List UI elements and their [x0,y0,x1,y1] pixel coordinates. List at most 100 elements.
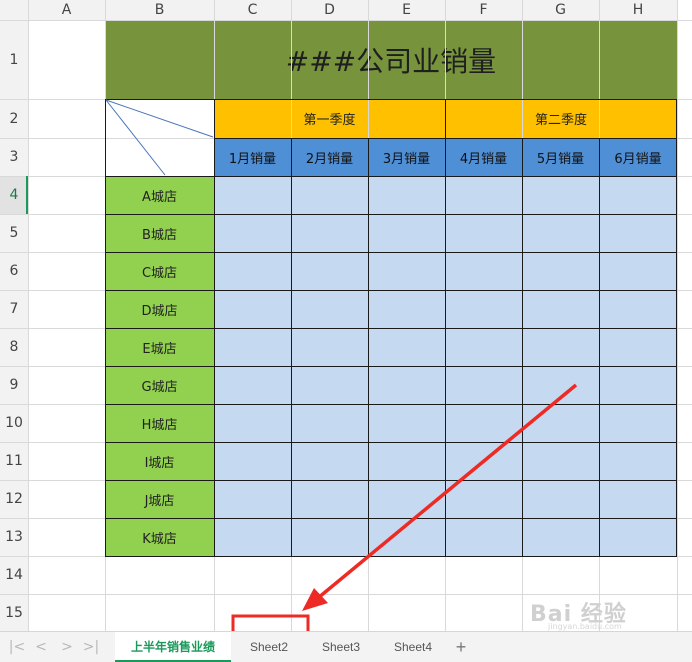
row-header-3[interactable]: 3 [0,138,28,176]
month-header-2[interactable]: 2月销量 [291,138,368,176]
sales-data-cell[interactable] [214,328,291,366]
sales-data-cell[interactable] [599,442,677,480]
sales-data-cell[interactable] [368,518,445,556]
sales-data-cell[interactable] [445,252,522,290]
sales-data-cell[interactable] [214,252,291,290]
column-header-c[interactable]: C [214,0,291,20]
sales-data-cell[interactable] [599,404,677,442]
sales-data-cell[interactable] [214,214,291,252]
table-title[interactable]: ###公司业销量 [105,20,677,99]
sales-data-cell[interactable] [214,518,291,556]
tab-sheet-2[interactable]: Sheet2 [234,632,304,662]
row-header-4[interactable]: 4 [0,176,28,214]
sales-data-cell[interactable] [599,176,677,214]
row-header-7[interactable]: 7 [0,290,28,328]
store-label[interactable]: D城店 [105,290,214,328]
sales-data-cell[interactable] [368,328,445,366]
sales-data-cell[interactable] [522,290,599,328]
sales-data-cell[interactable] [368,366,445,404]
tab-sheet-1[interactable]: 上半年销售业绩 [115,632,231,662]
sales-data-cell[interactable] [214,442,291,480]
quarter-header-q1[interactable]: 第一季度 [214,99,445,138]
sales-data-cell[interactable] [445,518,522,556]
row-header-1[interactable]: 1 [0,20,28,99]
tab-sheet-4[interactable]: Sheet4 [378,632,448,662]
sales-data-cell[interactable] [291,442,368,480]
sales-data-cell[interactable] [522,518,599,556]
sales-data-cell[interactable] [522,328,599,366]
sales-data-cell[interactable] [599,328,677,366]
store-label[interactable]: E城店 [105,328,214,366]
sales-data-cell[interactable] [445,442,522,480]
sales-data-cell[interactable] [291,480,368,518]
sales-data-cell[interactable] [445,328,522,366]
column-header-a[interactable]: A [28,0,105,20]
row-header-2[interactable]: 2 [0,99,28,138]
column-header-h[interactable]: H [599,0,677,20]
store-label[interactable]: J城店 [105,480,214,518]
month-header-3[interactable]: 3月销量 [368,138,445,176]
sales-data-cell[interactable] [291,290,368,328]
store-label[interactable]: I城店 [105,442,214,480]
sales-data-cell[interactable] [291,366,368,404]
row-header-12[interactable]: 12 [0,480,28,518]
add-sheet-button[interactable]: + [450,632,472,662]
sales-data-cell[interactable] [368,404,445,442]
sales-data-cell[interactable] [445,404,522,442]
store-label[interactable]: K城店 [105,518,214,556]
sales-data-cell[interactable] [522,214,599,252]
store-label[interactable]: B城店 [105,214,214,252]
sales-data-cell[interactable] [599,252,677,290]
month-header-5[interactable]: 5月销量 [522,138,599,176]
quarter-header-q2[interactable]: 第二季度 [445,99,677,138]
sales-data-cell[interactable] [291,214,368,252]
sales-data-cell[interactable] [368,252,445,290]
sales-data-cell[interactable] [522,252,599,290]
last-sheet-icon[interactable]: >| [80,636,102,658]
sales-data-cell[interactable] [291,176,368,214]
sales-data-cell[interactable] [368,176,445,214]
sales-data-cell[interactable] [214,290,291,328]
sales-data-cell[interactable] [214,480,291,518]
prev-sheet-icon[interactable]: < [30,636,52,658]
sales-data-cell[interactable] [368,214,445,252]
sales-data-cell[interactable] [291,518,368,556]
column-header-b[interactable]: B [105,0,214,20]
sales-data-cell[interactable] [291,252,368,290]
sales-data-cell[interactable] [445,214,522,252]
sales-data-cell[interactable] [368,442,445,480]
sales-data-cell[interactable] [445,366,522,404]
month-header-4[interactable]: 4月销量 [445,138,522,176]
row-header-14[interactable]: 14 [0,556,28,594]
sales-data-cell[interactable] [445,290,522,328]
sales-data-cell[interactable] [522,404,599,442]
first-sheet-icon[interactable]: |< [6,636,28,658]
row-header-15[interactable]: 15 [0,594,28,631]
column-header-e[interactable]: E [368,0,445,20]
sales-data-cell[interactable] [522,366,599,404]
sales-data-cell[interactable] [522,176,599,214]
store-label[interactable]: G城店 [105,366,214,404]
sales-data-cell[interactable] [599,290,677,328]
store-label[interactable]: A城店 [105,176,214,214]
sales-data-cell[interactable] [599,214,677,252]
sales-data-cell[interactable] [291,404,368,442]
sales-data-cell[interactable] [214,366,291,404]
row-header-8[interactable]: 8 [0,328,28,366]
next-sheet-icon[interactable]: > [56,636,78,658]
sales-data-cell[interactable] [522,480,599,518]
diagonal-header-cell[interactable] [105,99,214,176]
sales-data-cell[interactable] [214,176,291,214]
store-label[interactable]: H城店 [105,404,214,442]
row-header-10[interactable]: 10 [0,404,28,442]
month-header-1[interactable]: 1月销量 [214,138,291,176]
column-header-g[interactable]: G [522,0,599,20]
row-header-13[interactable]: 13 [0,518,28,556]
row-header-9[interactable]: 9 [0,366,28,404]
column-header-f[interactable]: F [445,0,522,20]
sales-data-cell[interactable] [368,480,445,518]
row-header-11[interactable]: 11 [0,442,28,480]
column-header-d[interactable]: D [291,0,368,20]
select-all-corner[interactable] [0,0,28,20]
row-header-6[interactable]: 6 [0,252,28,290]
